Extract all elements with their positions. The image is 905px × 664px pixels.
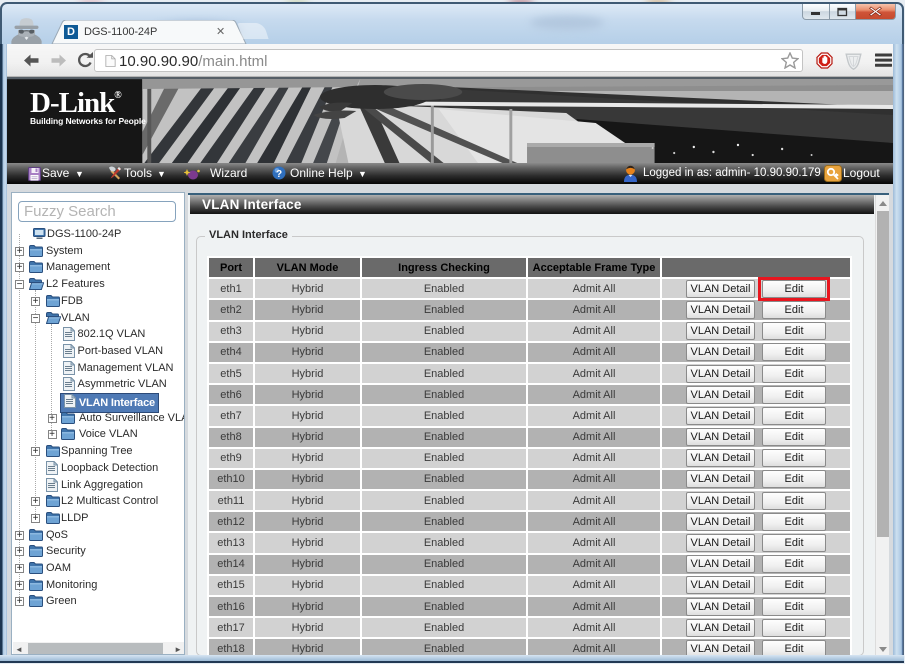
svg-text:?: ?	[276, 169, 282, 180]
